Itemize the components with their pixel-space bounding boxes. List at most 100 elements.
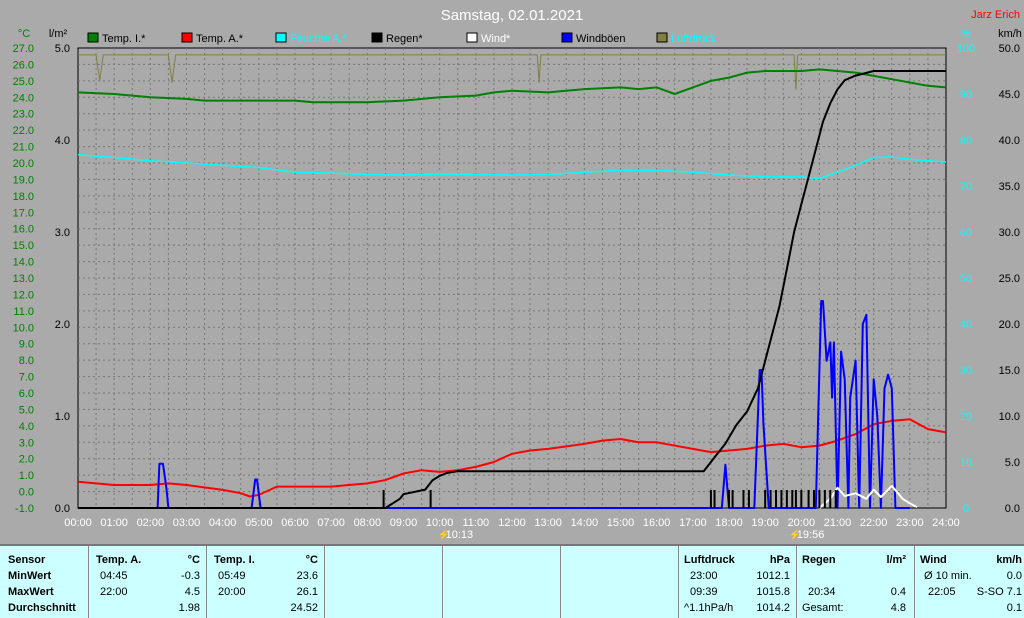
temp-tick-label: -1.0 (15, 503, 34, 515)
wind-max-time: 22:05 (928, 586, 956, 598)
x-tick-label: 02:00 (137, 517, 165, 529)
x-tick-label: 15:00 (607, 517, 635, 529)
pressure-min: 1012.1 (756, 570, 790, 582)
temp-tick-label: 25.0 (13, 76, 34, 88)
temp-tick-label: 20.0 (13, 158, 34, 170)
wind-tick-label: 25.0 (999, 273, 1020, 285)
rain-tick-label: 3.0 (55, 227, 70, 239)
col-divider (914, 546, 915, 618)
lightning-icon: ⚡ (438, 528, 450, 541)
rain-event-mark (382, 490, 385, 508)
header-rain: Regen (802, 554, 836, 566)
x-tick-label: 20:00 (788, 517, 816, 529)
temp-tick-label: 3.0 (19, 437, 34, 449)
rain-event-mark (713, 490, 716, 508)
wind-tick-label: 30.0 (999, 227, 1020, 239)
temp-tick-label: 24.0 (13, 92, 34, 104)
legend-swatch (275, 32, 287, 43)
x-tick-label: 16:00 (643, 517, 671, 529)
temp-a-max-time: 22:00 (100, 586, 128, 598)
humidity-tick-label: 70 (960, 181, 972, 193)
rain-event-mark (834, 490, 837, 508)
temp-tick-label: 5.0 (19, 404, 34, 416)
wind-tick-label: 50.0 (999, 43, 1020, 55)
x-tick-label: 23:00 (896, 517, 924, 529)
rain-event-mark (785, 490, 788, 508)
rain-event-mark (709, 490, 712, 508)
weather-chart: Samstag, 02.01.2021 Jarz Erich °C l/m² %… (0, 0, 1024, 546)
wind-min: 0.0 (1006, 570, 1022, 582)
col-divider (324, 546, 325, 618)
x-tick-label: 05:00 (245, 517, 273, 529)
temp-tick-label: 13.0 (13, 273, 34, 285)
rain-event-mark (812, 490, 815, 508)
legend-label: Regen* (386, 33, 423, 45)
x-tick-label: 19:00 (751, 517, 779, 529)
temp-tick-label: 11.0 (13, 306, 34, 318)
x-tick-label: 21:00 (824, 517, 852, 529)
temp-axis-unit: °C (18, 28, 30, 40)
wind-avg: 0.1 (1006, 602, 1022, 614)
pressure-trend-value: 1014.2 (756, 602, 790, 614)
rain-event-mark (742, 490, 745, 508)
header-pressure-unit: hPa (769, 554, 790, 566)
rain-event-mark (775, 490, 778, 508)
x-tick-label: 07:00 (317, 517, 345, 529)
rain-event-mark (769, 490, 772, 508)
wind-min-label: Ø 10 min. (924, 570, 972, 582)
legend-label: Wind* (481, 33, 511, 45)
temp-tick-label: 4.0 (19, 421, 34, 433)
temp-tick-label: 19.0 (13, 174, 34, 186)
temp-tick-label: 12.0 (13, 289, 34, 301)
row-min-label: MinWert (8, 570, 52, 582)
pressure-max-time: 09:39 (690, 586, 718, 598)
x-tick-label: 08:00 (354, 517, 382, 529)
rain-event-mark (791, 490, 794, 508)
col-divider (678, 546, 679, 618)
x-tick-label: 09:00 (390, 517, 418, 529)
x-tick-label: 01:00 (100, 517, 128, 529)
temp-tick-label: 15.0 (13, 240, 34, 252)
stats-table: Sensor MinWert MaxWert Durchschnitt Temp… (0, 546, 1024, 618)
humidity-axis-unit: % (961, 28, 971, 40)
rain-total: 4.8 (890, 602, 906, 614)
rain-event-mark (818, 490, 821, 508)
legend-label: Windböen (576, 33, 626, 45)
lightning-icon: ⚡ (789, 528, 801, 541)
header-temp-a-unit: °C (187, 554, 200, 566)
rain-tick-label: 2.0 (55, 319, 70, 331)
header-temp-i: Temp. I. (214, 554, 255, 566)
temp-tick-label: 21.0 (13, 142, 34, 154)
temp-tick-label: 9.0 (19, 339, 34, 351)
legend-label: Temp. I.* (102, 33, 146, 45)
legend-swatch (561, 32, 573, 43)
wind-tick-label: 10.0 (999, 411, 1020, 423)
pressure-trend-label: ^1.1hPa/h (684, 602, 734, 614)
temp-a-min-time: 04:45 (100, 570, 128, 582)
humidity-tick-label: 30 (960, 365, 972, 377)
wind-tick-label: 45.0 (999, 89, 1020, 101)
x-tick-label: 10:00 (426, 517, 454, 529)
temp-a-avg: 1.98 (178, 602, 200, 614)
header-pressure: Luftdruck (684, 554, 735, 566)
header-wind: Wind (920, 554, 947, 566)
temp-tick-label: 26.0 (13, 59, 34, 71)
temp-tick-label: 16.0 (13, 224, 34, 236)
temp-tick-label: 14.0 (13, 257, 34, 269)
rain-event-mark (829, 490, 832, 508)
x-tick-label: 22:00 (860, 517, 888, 529)
humidity-tick-label: 10 (960, 457, 972, 469)
rain-axis-unit: l/m² (49, 28, 68, 40)
wind-tick-label: 5.0 (1005, 457, 1020, 469)
temp-tick-label: 6.0 (19, 388, 34, 400)
rain-max-time: 20:34 (808, 586, 836, 598)
rain-event-mark (731, 490, 734, 508)
temp-tick-label: 17.0 (13, 207, 34, 219)
x-tick-label: 00:00 (64, 517, 92, 529)
wind-tick-label: 0.0 (1005, 503, 1020, 515)
humidity-tick-label: 0 (963, 503, 969, 515)
legend-swatch (466, 32, 478, 43)
pressure-max: 1015.8 (756, 586, 790, 598)
temp-tick-label: 0.0 (19, 487, 34, 499)
header-temp-i-unit: °C (305, 554, 318, 566)
